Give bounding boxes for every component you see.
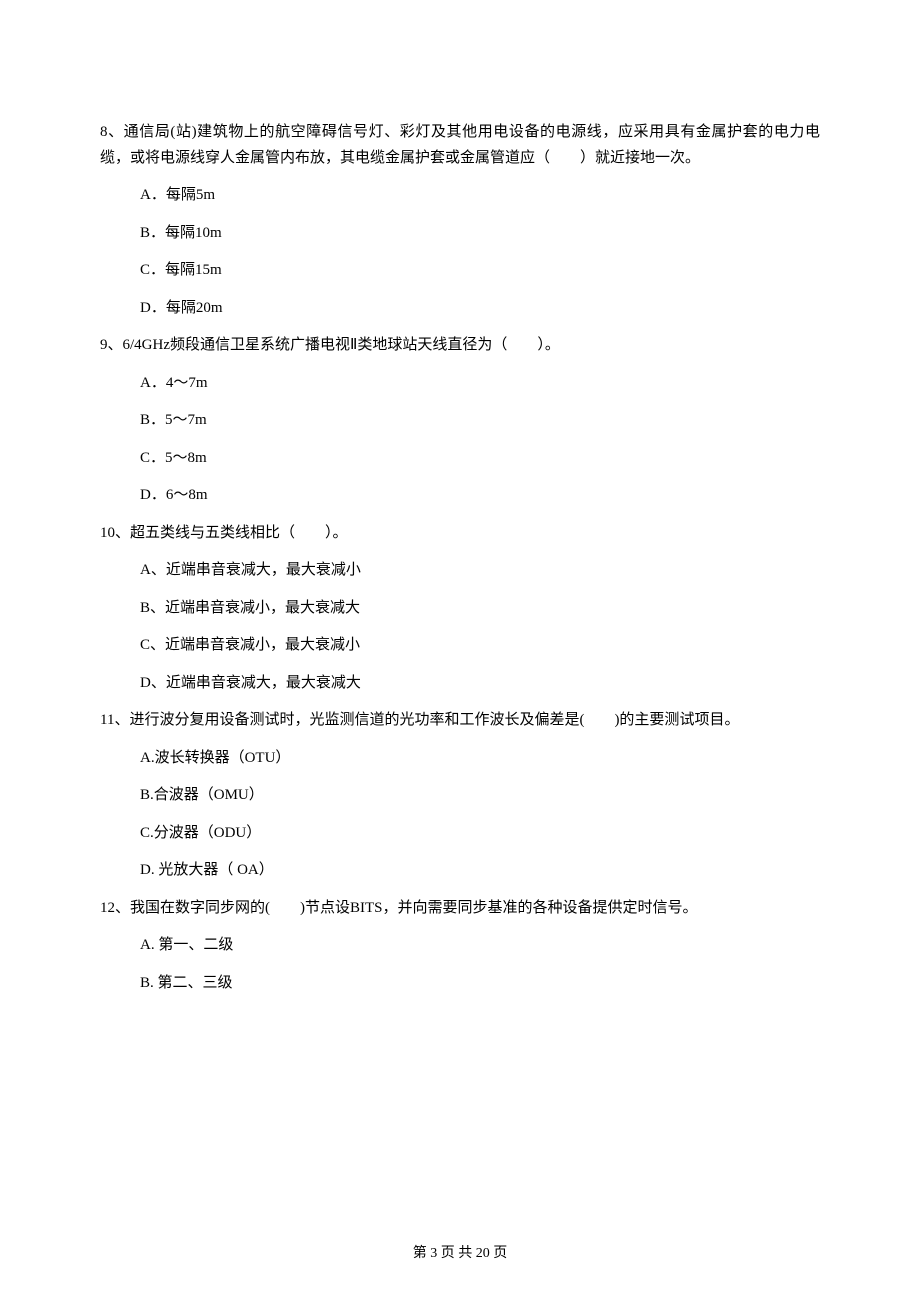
question-9: 9、6/4GHz频段通信卫星系统广播电视Ⅱ类地球站天线直径为（ ）。 A．4～7… xyxy=(100,333,820,509)
option-c: C.分波器（ODU） xyxy=(140,821,820,847)
question-stem: 12、我国在数字同步网的( )节点设BITS，并向需要同步基准的各种设备提供定时… xyxy=(100,896,820,922)
question-options: A. 第一、二级 B. 第二、三级 xyxy=(100,933,820,996)
question-options: A.波长转换器（OTU） B.合波器（OMU） C.分波器（ODU） D. 光放… xyxy=(100,746,820,884)
page-content: 8、通信局(站)建筑物上的航空障碍信号灯、彩灯及其他用电设备的电源线，应采用具有… xyxy=(0,0,920,996)
question-stem: 9、6/4GHz频段通信卫星系统广播电视Ⅱ类地球站天线直径为（ ）。 xyxy=(100,333,820,359)
option-b: B. 第二、三级 xyxy=(140,971,820,997)
option-b: B．每隔10m xyxy=(140,221,820,247)
option-a: A.波长转换器（OTU） xyxy=(140,746,820,772)
option-c: C．5～8m xyxy=(140,446,820,472)
question-options: A、近端串音衰减大，最大衰减小 B、近端串音衰减小，最大衰减大 C、近端串音衰减… xyxy=(100,558,820,696)
option-a: A．4～7m xyxy=(140,371,820,397)
option-b: B．5～7m xyxy=(140,408,820,434)
question-stem: 8、通信局(站)建筑物上的航空障碍信号灯、彩灯及其他用电设备的电源线，应采用具有… xyxy=(100,120,820,171)
option-b: B、近端串音衰减小，最大衰减大 xyxy=(140,596,820,622)
question-10: 10、超五类线与五类线相比（ ）。 A、近端串音衰减大，最大衰减小 B、近端串音… xyxy=(100,521,820,697)
option-d: D．6～8m xyxy=(140,483,820,509)
option-c: C．每隔15m xyxy=(140,258,820,284)
question-stem: 11、进行波分复用设备测试时，光监测信道的光功率和工作波长及偏差是( )的主要测… xyxy=(100,708,820,734)
option-d: D、近端串音衰减大，最大衰减大 xyxy=(140,671,820,697)
question-8: 8、通信局(站)建筑物上的航空障碍信号灯、彩灯及其他用电设备的电源线，应采用具有… xyxy=(100,120,820,321)
option-b: B.合波器（OMU） xyxy=(140,783,820,809)
question-options: A．每隔5m B．每隔10m C．每隔15m D．每隔20m xyxy=(100,183,820,321)
question-11: 11、进行波分复用设备测试时，光监测信道的光功率和工作波长及偏差是( )的主要测… xyxy=(100,708,820,884)
option-c: C、近端串音衰减小，最大衰减小 xyxy=(140,633,820,659)
question-stem: 10、超五类线与五类线相比（ ）。 xyxy=(100,521,820,547)
question-12: 12、我国在数字同步网的( )节点设BITS，并向需要同步基准的各种设备提供定时… xyxy=(100,896,820,997)
page-footer: 第 3 页 共 20 页 xyxy=(0,1242,920,1262)
option-a: A、近端串音衰减大，最大衰减小 xyxy=(140,558,820,584)
option-a: A．每隔5m xyxy=(140,183,820,209)
option-d: D. 光放大器（ OA） xyxy=(140,858,820,884)
option-a: A. 第一、二级 xyxy=(140,933,820,959)
option-d: D．每隔20m xyxy=(140,296,820,322)
question-options: A．4～7m B．5～7m C．5～8m D．6～8m xyxy=(100,371,820,509)
